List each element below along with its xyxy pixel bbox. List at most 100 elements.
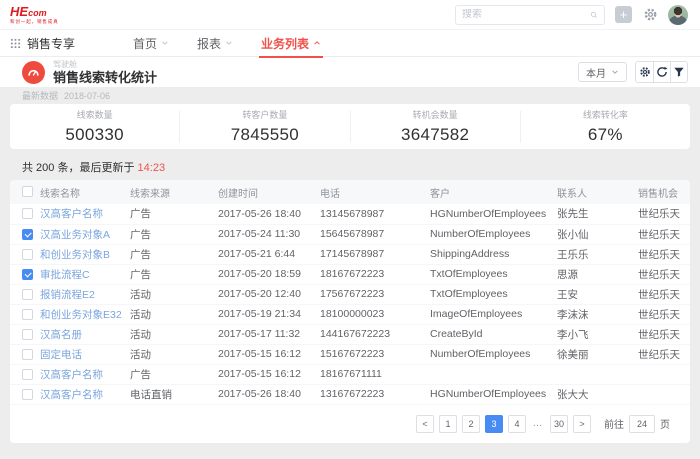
chevron-down-icon	[161, 39, 169, 47]
add-new-button[interactable]: +	[615, 6, 632, 23]
lead-source: 广告	[130, 229, 151, 241]
goto-page-input[interactable]	[629, 415, 655, 433]
row-checkbox[interactable]	[22, 249, 33, 260]
workspace-switcher[interactable]: 销售专享	[10, 35, 75, 52]
table-summary: 共 200 条，最后更新于 14:23	[10, 149, 690, 180]
lead-source: 电话直销	[130, 389, 172, 401]
app-window: HEcom 和创一起，销售成真 +	[0, 0, 700, 459]
row-checkbox[interactable]	[22, 309, 33, 320]
page-title-block: 驾驶舱 销售线索转化统计	[22, 61, 157, 84]
created-time: 2017-05-26 18:40	[218, 388, 301, 400]
customer-name: TxtOfEmployees	[430, 268, 508, 280]
page-title-bar: 驾驶舱 销售线索转化统计 本月	[0, 57, 700, 87]
created-time: 2017-05-15 16:12	[218, 368, 301, 380]
data-date-label: 最新数据	[22, 91, 58, 101]
contact-name: 张小仙	[557, 229, 589, 241]
settings-button[interactable]	[636, 62, 653, 82]
updated-time: 14:23	[138, 162, 166, 174]
phone-number: 144167672223	[320, 328, 390, 340]
lead-source: 活动	[130, 329, 151, 341]
lead-name-link[interactable]: 汉高业务对象A	[40, 229, 110, 241]
chevron-down-icon	[225, 39, 233, 47]
table-row: 固定电话活动2017-05-15 16:1215167672223NumberO…	[10, 344, 690, 364]
lead-name-link[interactable]: 汉高客户名称	[40, 369, 103, 381]
table-row: 和创业务对象B广告2017-05-21 6:4417145678987Shipp…	[10, 244, 690, 264]
column-header-phone: 电话	[320, 180, 430, 204]
lead-name-link[interactable]: 和创业务对象E32	[40, 309, 122, 321]
prev-page-button[interactable]: <	[416, 415, 434, 433]
column-header-created: 创建时间	[218, 180, 320, 204]
chevron-up-icon	[313, 39, 321, 47]
contact-name: 王乐乐	[557, 249, 589, 261]
customer-name: CreateById	[430, 328, 483, 340]
lead-name-link[interactable]: 固定电话	[40, 349, 82, 361]
search-input[interactable]	[462, 9, 590, 20]
row-checkbox[interactable]	[22, 229, 33, 240]
top-header: HEcom 和创一起，销售成真 +	[0, 0, 700, 30]
logo[interactable]: HEcom 和创一起，销售成真	[10, 5, 64, 25]
lead-name-link[interactable]: 汉高名册	[40, 329, 82, 341]
lead-name-link[interactable]: 审批流程C	[40, 269, 90, 281]
user-avatar[interactable]	[668, 5, 688, 25]
row-checkbox[interactable]	[22, 269, 33, 280]
created-time: 2017-05-17 11:32	[218, 328, 300, 340]
page-number-button[interactable]: 2	[462, 415, 480, 433]
customer-name: ShippingAddress	[430, 248, 509, 260]
page-number-button[interactable]: 1	[439, 415, 457, 433]
page-title: 销售线索转化统计	[53, 71, 157, 84]
lead-name-link[interactable]: 汉高客户名称	[40, 389, 103, 401]
lead-name-link[interactable]: 汉高客户名称	[40, 208, 103, 220]
logo-tagline: 和创一起，销售成真	[10, 20, 59, 25]
phone-number: 17145678987	[320, 248, 384, 260]
gauge-icon	[22, 61, 45, 84]
leads-table-card: 线索名称 线索来源 创建时间 电话 客户 联系人 销售机会 汉高客户名称广告20…	[10, 180, 690, 443]
page-number-button[interactable]: 30	[550, 415, 568, 433]
lead-source: 广告	[130, 369, 151, 381]
refresh-button[interactable]	[653, 62, 670, 82]
nav-item-business-list[interactable]: 业务列表	[261, 30, 321, 57]
row-checkbox[interactable]	[22, 389, 33, 400]
column-header-opportunity: 销售机会	[638, 180, 690, 204]
toolbar-button-group	[635, 61, 688, 83]
table-row: 汉高客户名称广告2017-05-26 18:4013145678987HGNum…	[10, 204, 690, 224]
next-page-button[interactable]: >	[573, 415, 591, 433]
logo-text: HEcom	[10, 5, 64, 18]
contact-name: 李沫沫	[557, 309, 589, 321]
global-search[interactable]	[455, 5, 605, 25]
row-checkbox[interactable]	[22, 329, 33, 340]
table-header-row: 线索名称 线索来源 创建时间 电话 客户 联系人 销售机会	[10, 180, 690, 204]
table-row: 和创业务对象E32活动2017-05-19 21:3418100000023Im…	[10, 304, 690, 324]
lead-name-link[interactable]: 和创业务对象B	[40, 249, 110, 261]
row-checkbox[interactable]	[22, 369, 33, 380]
opportunity-name: 世纪乐天	[638, 208, 680, 220]
stat-converted-opportunities: 转机会数量 3647582	[350, 111, 520, 143]
search-icon[interactable]	[590, 11, 598, 19]
column-header-source: 线索来源	[130, 180, 218, 204]
title-toolbar: 本月	[578, 61, 688, 83]
opportunity-name: 世纪乐天	[638, 309, 680, 321]
customer-name: TxtOfEmployees	[430, 288, 508, 300]
phone-number: 18100000023	[320, 308, 384, 320]
filter-button[interactable]	[670, 62, 687, 82]
contact-name: 王安	[557, 289, 578, 301]
row-checkbox[interactable]	[22, 289, 33, 300]
row-checkbox[interactable]	[22, 208, 33, 219]
period-select[interactable]: 本月	[578, 62, 627, 82]
created-time: 2017-05-19 21:34	[218, 308, 301, 320]
created-time: 2017-05-15 16:12	[218, 348, 301, 360]
row-checkbox[interactable]	[22, 349, 33, 360]
select-all-checkbox[interactable]	[22, 186, 33, 197]
settings-gear-icon[interactable]	[642, 7, 658, 23]
nav-item-home[interactable]: 首页	[133, 30, 169, 57]
nav-item-reports[interactable]: 报表	[197, 30, 233, 57]
lead-name-link[interactable]: 报销流程E2	[40, 289, 95, 301]
page-content: 最新数据 2018-07-06 线索数量 500330 转客户数量 784555…	[0, 87, 700, 443]
lead-source: 广告	[130, 269, 151, 281]
created-time: 2017-05-20 12:40	[218, 288, 301, 300]
table-row: 报销流程E2活动2017-05-20 12:4017567672223TxtOf…	[10, 284, 690, 304]
page-number-button[interactable]: 4	[508, 415, 526, 433]
page-category: 驾驶舱	[53, 61, 157, 69]
grid-menu-icon	[10, 38, 21, 49]
page-ellipsis: …	[531, 418, 545, 429]
page-number-button[interactable]: 3	[485, 415, 503, 433]
